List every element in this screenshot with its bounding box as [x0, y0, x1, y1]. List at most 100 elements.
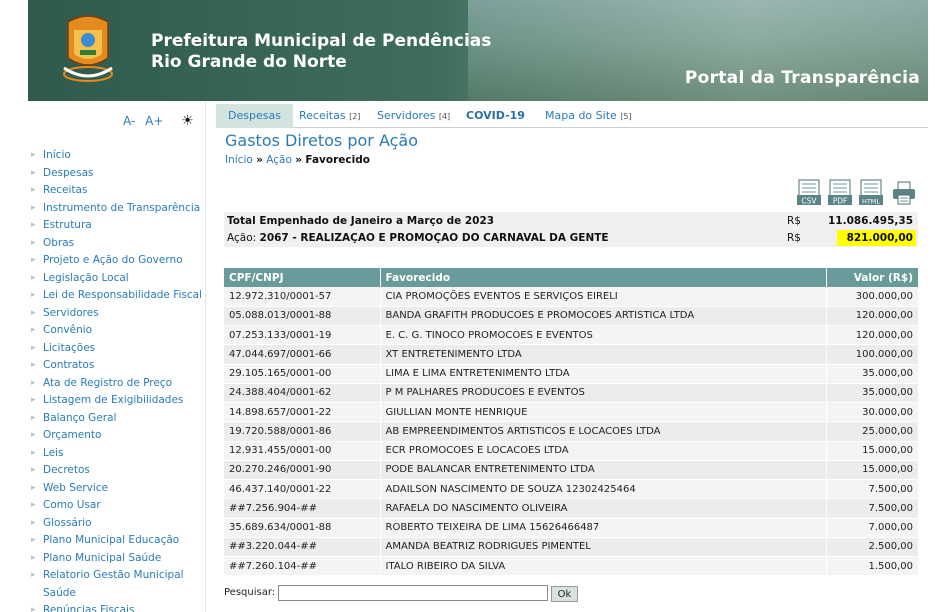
totals-box: Total Empenhado de Janeiro a Março de 20…: [224, 212, 918, 247]
beneficiaries-table: CPF/CNPJ Favorecido Valor (R$) 12.972.31…: [224, 268, 918, 577]
page-title: Gastos Diretos por Ação: [225, 131, 419, 150]
tab-servidores[interactable]: Servidores [4]: [365, 104, 462, 128]
font-increase-button[interactable]: A+: [145, 114, 163, 128]
sidebar-item[interactable]: Servidores: [28, 305, 208, 323]
sidebar-item[interactable]: Listagem de Exigibilidades: [28, 392, 208, 410]
cpf-cnpj-cell: 14.898.657/0001-22: [224, 402, 381, 423]
favorecido-cell: XT ENTRETENIMENTO LTDA: [380, 344, 827, 365]
sidebar-item[interactable]: Convênio: [28, 322, 208, 340]
favorecido-cell: CIA PROMOÇÕES EVENTOS E SERVIÇOS EIRELI: [380, 287, 827, 307]
csv-export-icon[interactable]: CSV: [796, 179, 822, 206]
tab-despesas[interactable]: Despesas: [216, 104, 293, 128]
sidebar-item[interactable]: Projeto e Ação do Governo: [28, 252, 208, 270]
valor-cell: 35.000,00: [826, 364, 918, 384]
tab-label: Servidores: [377, 109, 436, 122]
action-value: 821.000,00: [836, 230, 916, 246]
sidebar-item[interactable]: Lei de Responsabilidade Fiscal: [28, 287, 208, 305]
html-export-icon[interactable]: HTML: [858, 179, 884, 206]
valor-cell: 100.000,00: [826, 344, 918, 365]
sidebar-item[interactable]: Estrutura: [28, 217, 208, 235]
header-title: Prefeitura Municipal de Pendências Rio G…: [151, 31, 491, 73]
breadcrumb-home-link[interactable]: Início: [225, 154, 253, 166]
cpf-cnpj-cell: 47.044.697/0001-66: [224, 344, 381, 365]
table-row[interactable]: 46.437.140/0001-22 ADAILSON NASCIMENTO DE…: [224, 479, 918, 500]
breadcrumb: Início » Ação » Favorecido: [225, 154, 370, 166]
sidebar-item[interactable]: Leis: [28, 445, 208, 463]
search-label: Pesquisar:: [224, 587, 276, 598]
sun-icon[interactable]: ☀: [181, 113, 194, 129]
favorecido-cell: PODE BALANCAR ENTRETENIMENTO LTDA: [380, 460, 827, 481]
cpf-cnpj-cell: 12.931.455/0001-00: [224, 441, 381, 461]
sidebar-item[interactable]: Web Service: [28, 480, 208, 498]
sidebar-item[interactable]: Relatorio Gestão Municipal Saúde: [28, 567, 208, 602]
sidebar-item[interactable]: Plano Municipal Educação: [28, 532, 208, 550]
table-row[interactable]: 05.088.013/0001-88 BANDA GRAFITH PRODUCOE…: [224, 306, 918, 327]
table-row[interactable]: 12.972.310/0001-57 CIA PROMOÇÕES EVENTOS …: [224, 287, 918, 307]
sidebar-item[interactable]: Orçamento: [28, 427, 208, 445]
tab-receitas[interactable]: Receitas [2]: [287, 104, 372, 128]
sidebar-item[interactable]: Renúncias Fiscais: [28, 602, 208, 612]
valor-cell: 120.000,00: [826, 306, 918, 327]
valor-cell: 25.000,00: [826, 421, 918, 442]
currency-label: R$: [787, 232, 801, 244]
table-row[interactable]: 19.720.588/0001-86 AB EMPREENDIMENTOS ART…: [224, 421, 918, 442]
pdf-export-icon[interactable]: PDF: [827, 179, 853, 206]
sidebar-item[interactable]: Glossário: [28, 515, 208, 533]
html-label: HTML: [862, 198, 880, 206]
table-row[interactable]: 24.388.404/0001-62 P M PALHARES PRODUCOES…: [224, 383, 918, 404]
cpf-cnpj-cell: ##7.256.904-##: [224, 498, 381, 519]
sidebar-item[interactable]: Instrumento de Transparência: [28, 200, 208, 218]
cpf-cnpj-cell: ##3.220.044-##: [224, 537, 381, 558]
table-row[interactable]: 47.044.697/0001-66 XT ENTRETENIMENTO LTDA…: [224, 344, 918, 365]
table-row[interactable]: 12.931.455/0001-00 ECR PROMOCOES E LOCACO…: [224, 441, 918, 461]
breadcrumb-action-link[interactable]: Ação: [266, 154, 292, 166]
table-row[interactable]: ##7.256.904-## RAFAELA DO NASCIMENTO OLIV…: [224, 498, 918, 519]
sidebar-item[interactable]: Balanço Geral: [28, 410, 208, 428]
valor-cell: 7.500,00: [826, 498, 918, 519]
municipal-crest-logo[interactable]: [60, 12, 116, 86]
favorecido-cell: ROBERTO TEIXEIRA DE LIMA 15626466487: [380, 518, 827, 538]
sidebar-item[interactable]: Legislação Local: [28, 270, 208, 288]
print-icon[interactable]: [891, 179, 917, 206]
table-row[interactable]: 14.898.657/0001-22 GIULLIAN MONTE HENRIQU…: [224, 402, 918, 423]
cpf-cnpj-cell: 29.105.165/0001-00: [224, 364, 381, 384]
table-row[interactable]: 29.105.165/0001-00 LIMA E LIMA ENTRETENIM…: [224, 364, 918, 384]
sidebar-item[interactable]: Despesas: [28, 165, 208, 183]
sidebar-item[interactable]: Contratos: [28, 357, 208, 375]
sidebar-item[interactable]: Decretos: [28, 462, 208, 480]
tab-covid-19[interactable]: COVID-19: [454, 104, 537, 128]
sidebar-item[interactable]: Licitações: [28, 340, 208, 358]
table-row[interactable]: 20.270.246/0001-90 PODE BALANCAR ENTRETEN…: [224, 460, 918, 481]
tab-mapa-do-site[interactable]: Mapa do Site [5]: [533, 104, 644, 128]
sidebar-item[interactable]: Ata de Registro de Preço: [28, 375, 208, 393]
header-title-line2: Rio Grande do Norte: [151, 52, 347, 72]
sidebar-item[interactable]: Plano Municipal Saúde: [28, 550, 208, 568]
header-title-line1: Prefeitura Municipal de Pendências: [151, 31, 492, 51]
search-input[interactable]: [278, 585, 548, 601]
sidebar-item[interactable]: Obras: [28, 235, 208, 253]
table-row[interactable]: 35.689.634/0001-88 ROBERTO TEIXEIRA DE LI…: [224, 518, 918, 538]
search-ok-button[interactable]: Ok: [551, 586, 578, 602]
table-row[interactable]: ##7.260.104-## ITALO RIBEIRO DA SILVA 1.50…: [224, 556, 918, 577]
cpf-cnpj-cell: 20.270.246/0001-90: [224, 460, 381, 481]
header-favorecido[interactable]: Favorecido: [380, 268, 827, 287]
csv-label: CSV: [801, 197, 817, 206]
table-row[interactable]: ##3.220.044-## AMANDA BEATRIZ RODRIGUES P…: [224, 537, 918, 558]
favorecido-cell: GIULLIAN MONTE HENRIQUE: [380, 402, 827, 423]
sidebar-item[interactable]: Receitas: [28, 182, 208, 200]
cpf-cnpj-cell: 46.437.140/0001-22: [224, 479, 381, 500]
font-decrease-button[interactable]: A-: [123, 114, 135, 128]
favorecido-cell: LIMA E LIMA ENTRETENIMENTO LTDA: [380, 364, 827, 384]
header-valor[interactable]: Valor (R$): [826, 268, 918, 287]
favorecido-cell: RAFAELA DO NASCIMENTO OLIVEIRA: [380, 498, 827, 519]
header-cpf-cnpj[interactable]: CPF/CNPJ: [224, 268, 381, 287]
valor-cell: 15.000,00: [826, 441, 918, 461]
favorecido-cell: BANDA GRAFITH PRODUCOES E PROMOCOES ARTI…: [380, 306, 827, 327]
favorecido-cell: ECR PROMOCOES E LOCACOES LTDA: [380, 441, 827, 461]
sidebar-item[interactable]: Como Usar: [28, 497, 208, 515]
table-row[interactable]: 07.253.133/0001-19 E. C. G. TINOCO PROMOC…: [224, 325, 918, 346]
breadcrumb-current: Favorecido: [305, 154, 370, 166]
valor-cell: 35.000,00: [826, 383, 918, 404]
sidebar-item[interactable]: Início: [28, 147, 208, 165]
cpf-cnpj-cell: 07.253.133/0001-19: [224, 325, 381, 346]
